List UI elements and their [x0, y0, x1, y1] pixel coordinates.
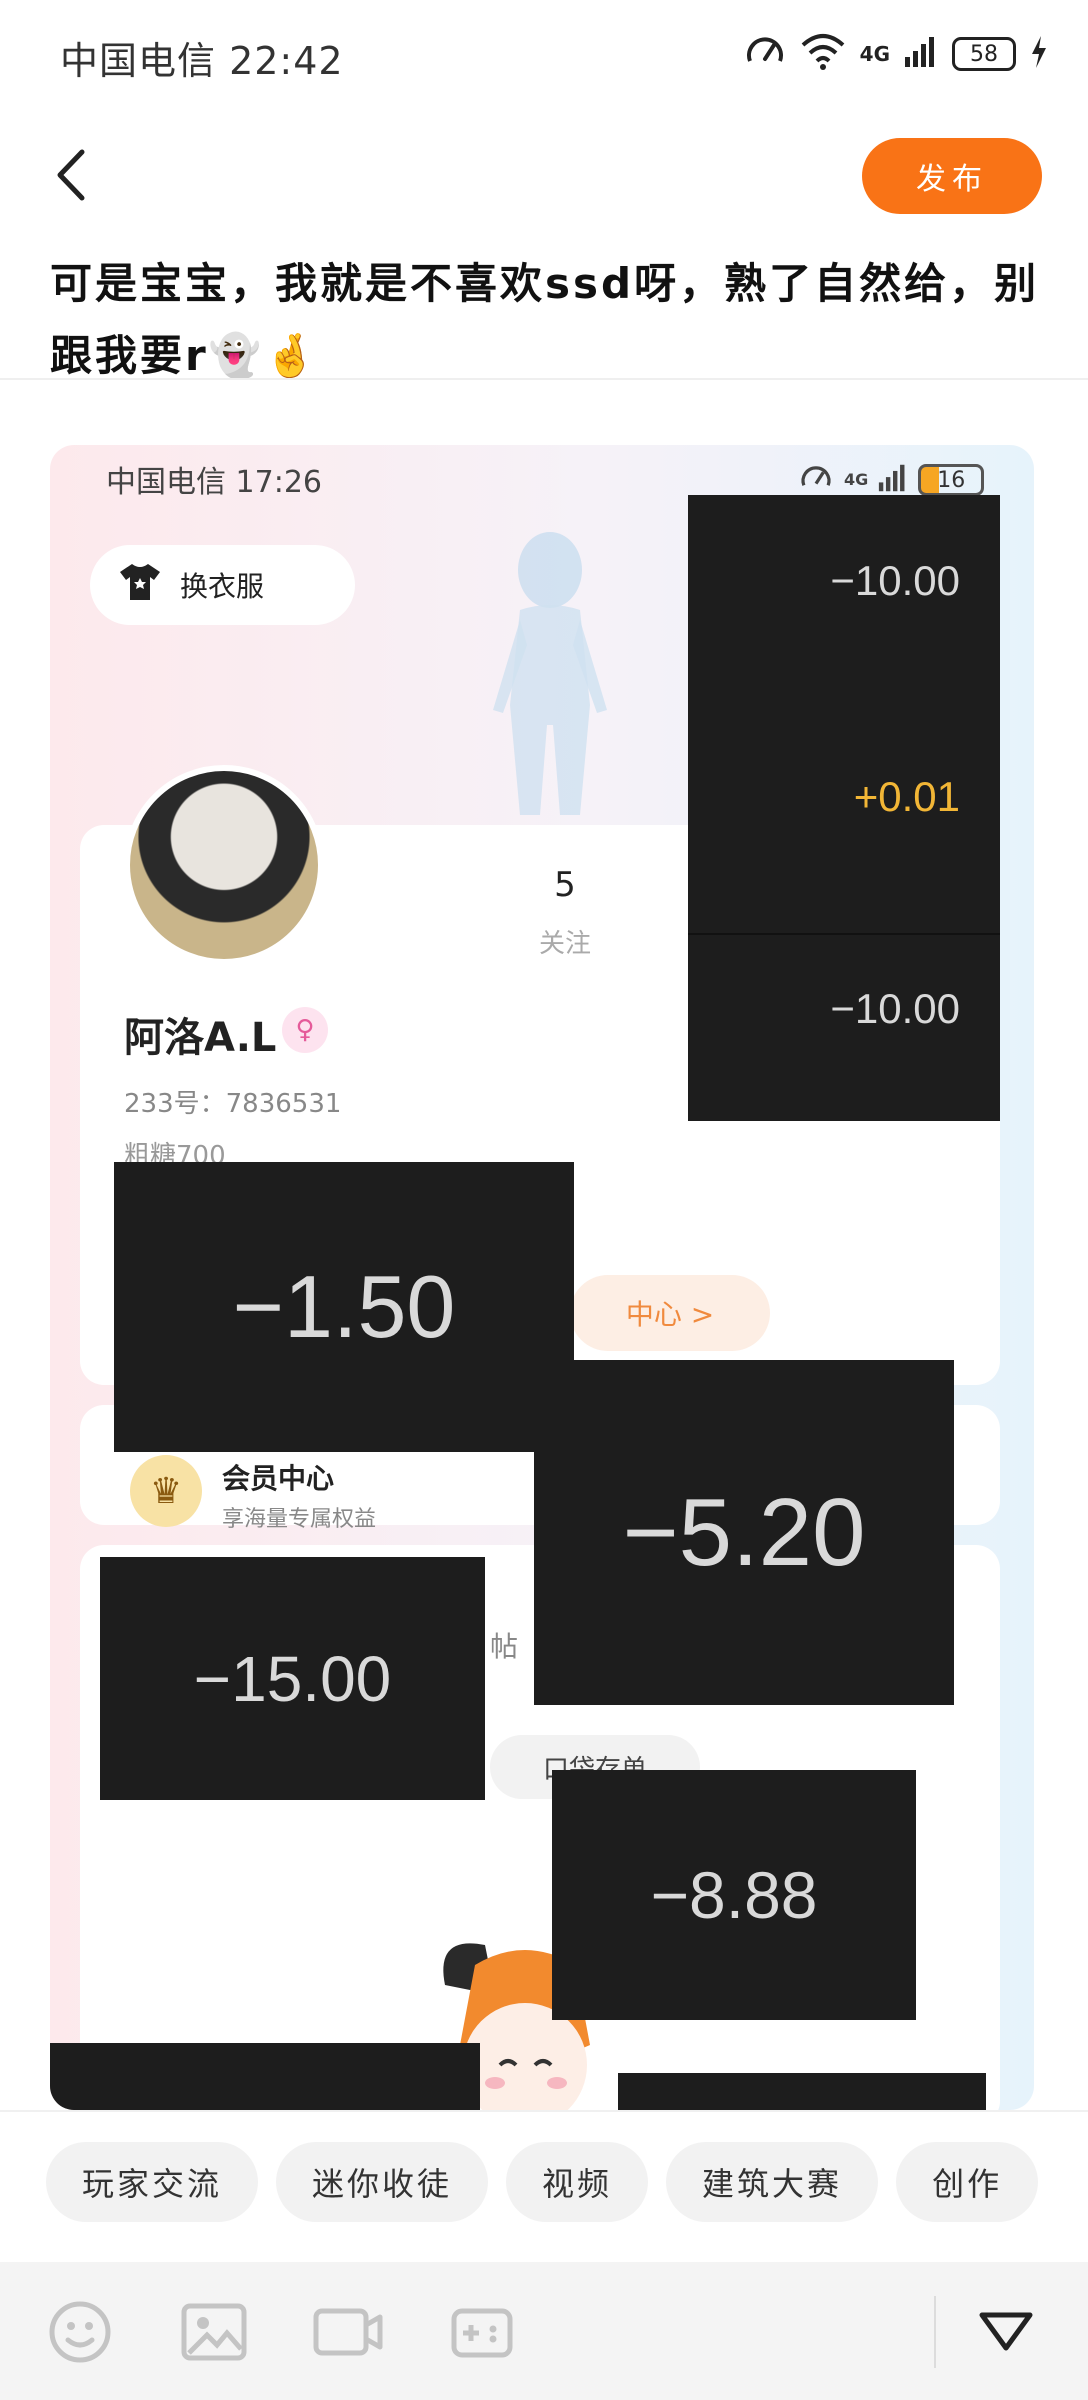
image-network-label: 4G: [844, 470, 869, 489]
chevron-left-icon: [57, 149, 85, 201]
tag-chip[interactable]: 视频: [506, 2142, 649, 2222]
female-icon: ♀: [282, 1007, 328, 1053]
partial-tab: 帖: [490, 1630, 519, 1663]
status-bar: 中国电信 22:42 4G 58: [0, 0, 1088, 110]
tag-chip[interactable]: 迷你收徒: [276, 2142, 489, 2222]
tag-chip[interactable]: 创作: [896, 2142, 1039, 2222]
amount-label: +0.01: [853, 773, 960, 820]
signal-icon: [878, 463, 908, 497]
amount-overlay: −15.00: [100, 1557, 485, 1800]
image-carrier-time: 中国电信 17:26: [106, 465, 322, 500]
image-icon: [181, 2303, 247, 2361]
image-button[interactable]: [178, 2296, 250, 2368]
tag-chip[interactable]: 建筑大赛: [666, 2142, 879, 2222]
game-button[interactable]: [446, 2296, 518, 2368]
signal-icon: [904, 35, 938, 73]
compose-toolbar: [0, 2262, 1088, 2400]
carrier-time: 中国电信 22:42: [60, 39, 344, 83]
publish-button[interactable]: 发布: [862, 138, 1042, 214]
amount-label: −10.00: [830, 985, 960, 1032]
shirt-icon: [118, 562, 162, 609]
post-text[interactable]: 可是宝宝，我就是不喜欢ssd呀，熟了自然给，别跟我要r👻🤞: [50, 248, 1040, 392]
amount-overlay: −5.20: [534, 1360, 954, 1705]
video-icon: [313, 2308, 383, 2356]
speed-icon: [744, 31, 786, 77]
wifi-icon: [800, 33, 846, 75]
dress-up-label: 换衣服: [180, 570, 265, 603]
back-button[interactable]: [40, 140, 100, 210]
dress-up-button: 换衣服: [90, 545, 355, 625]
image-status-icons: 4G 16: [798, 461, 985, 499]
toolbar-divider: [934, 2296, 936, 2368]
redaction-box: [618, 2073, 986, 2110]
divider: [0, 378, 1088, 380]
image-battery-icon: 16: [918, 464, 985, 496]
vip-title: 会员中心: [222, 1462, 335, 1495]
avatar: [124, 765, 324, 965]
emoji-icon: [49, 2301, 111, 2363]
game-icon: [451, 2308, 513, 2358]
redaction-box: [50, 2043, 480, 2110]
vip-subtitle: 享海量专属权益: [222, 1507, 377, 1532]
amount-overlay: −8.88: [552, 1770, 916, 2020]
user-id: 233号：7836531: [124, 1089, 342, 1119]
emoji-button[interactable]: [44, 2296, 116, 2368]
amount-label: −10.00: [830, 557, 960, 604]
crown-icon: ♛: [130, 1455, 202, 1527]
tag-chip[interactable]: 玩家交流: [46, 2142, 259, 2222]
speed-icon: [798, 461, 834, 499]
collapse-keyboard-button[interactable]: [970, 2296, 1042, 2368]
battery-icon: 58: [952, 37, 1016, 71]
tags-scroller[interactable]: 玩家交流 迷你收徒 视频 建筑大赛 创作: [0, 2130, 1040, 2240]
attached-image[interactable]: 中国电信 17:26 4G 16 换衣服 5 关注 阿洛A.L ♀ 233号：7…: [50, 445, 1034, 2110]
amount-overlay-stack: −10.00 +0.01 −10.00: [688, 495, 1000, 1121]
follow-count: 5: [554, 865, 576, 905]
username: 阿洛A.L: [124, 1015, 277, 1061]
divider: [688, 933, 1000, 935]
avatar-figure-silhouette: [493, 532, 607, 815]
amount-overlay: −1.50: [114, 1162, 574, 1452]
follow-label: 关注: [538, 929, 591, 959]
video-button[interactable]: [312, 2296, 384, 2368]
charging-icon: [1030, 35, 1048, 73]
collapse-icon: [979, 2312, 1033, 2351]
center-pill: 中心 >: [570, 1275, 770, 1351]
network-label: 4G: [859, 42, 890, 66]
status-icons: 4G 58: [744, 32, 1048, 76]
